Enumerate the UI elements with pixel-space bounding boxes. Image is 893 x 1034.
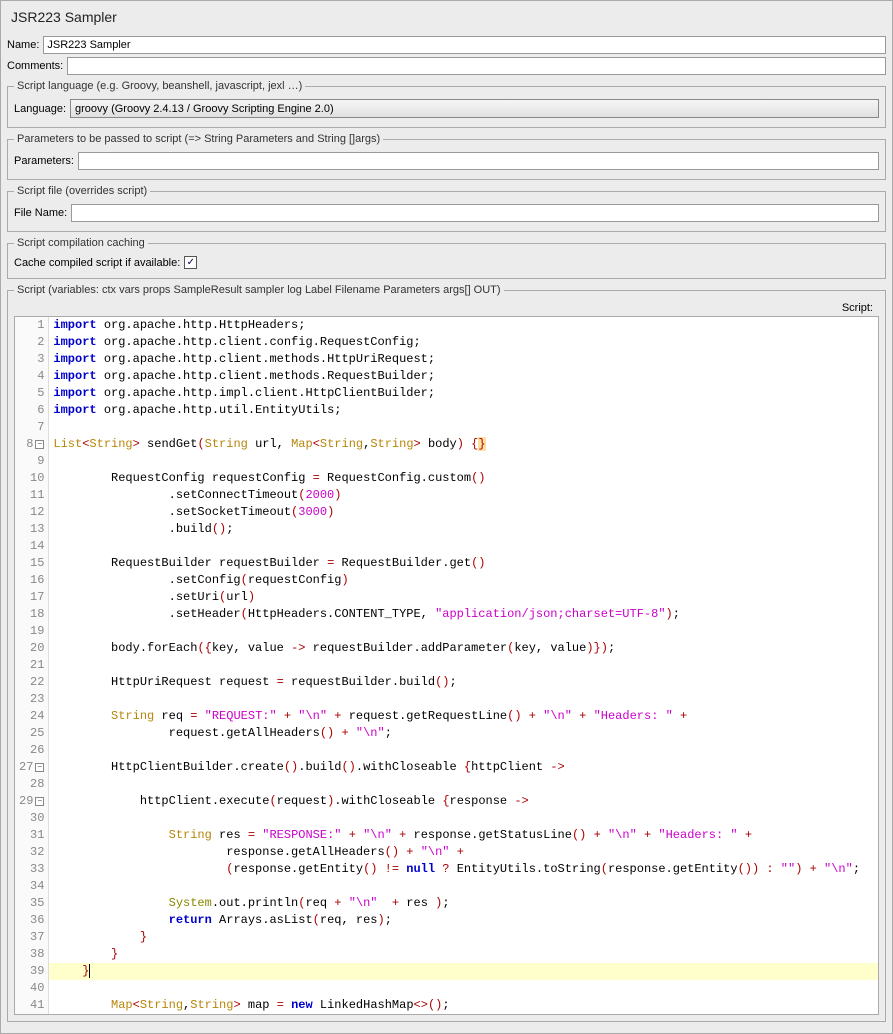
script-label: Script: <box>14 300 879 316</box>
fold-icon[interactable]: − <box>35 797 44 806</box>
comments-input[interactable] <box>67 57 886 75</box>
script-group: Script (variables: ctx vars props Sample… <box>7 284 886 1022</box>
parameters-legend: Parameters to be passed to script (=> St… <box>14 133 383 145</box>
script-file-legend: Script file (overrides script) <box>14 185 150 197</box>
script-language-group: Script language (e.g. Groovy, beanshell,… <box>7 80 886 128</box>
cache-group: Script compilation caching Cache compile… <box>7 237 886 279</box>
code-editor[interactable]: 12345678 −910111213141516171819202122232… <box>14 316 879 1015</box>
language-dropdown[interactable]: groovy (Groovy 2.4.13 / Groovy Scripting… <box>70 99 879 118</box>
code-gutter: 12345678 −910111213141516171819202122232… <box>15 317 49 1014</box>
script-language-legend: Script language (e.g. Groovy, beanshell,… <box>14 80 305 92</box>
script-legend: Script (variables: ctx vars props Sample… <box>14 284 504 296</box>
parameters-input[interactable] <box>78 152 879 170</box>
parameters-label: Parameters: <box>14 155 74 167</box>
code-area[interactable]: import org.apache.http.HttpHeaders;impor… <box>49 317 878 1014</box>
language-label: Language: <box>14 103 66 115</box>
fold-icon[interactable]: − <box>35 763 44 772</box>
script-file-group: Script file (overrides script) File Name… <box>7 185 886 232</box>
parameters-group: Parameters to be passed to script (=> St… <box>7 133 886 180</box>
cache-legend: Script compilation caching <box>14 237 148 249</box>
name-row: Name: <box>7 36 886 54</box>
file-name-input[interactable] <box>71 204 879 222</box>
page-title: JSR223 Sampler <box>7 5 886 33</box>
fold-icon[interactable]: − <box>35 440 44 449</box>
name-label: Name: <box>7 39 39 51</box>
cache-checkbox[interactable]: ✓ <box>184 256 197 269</box>
sampler-panel: JSR223 Sampler Name: Comments: Script la… <box>0 0 893 1034</box>
file-name-label: File Name: <box>14 207 67 219</box>
name-input[interactable] <box>43 36 886 54</box>
comments-label: Comments: <box>7 60 63 72</box>
comments-row: Comments: <box>7 57 886 75</box>
cache-label: Cache compiled script if available: <box>14 257 180 269</box>
